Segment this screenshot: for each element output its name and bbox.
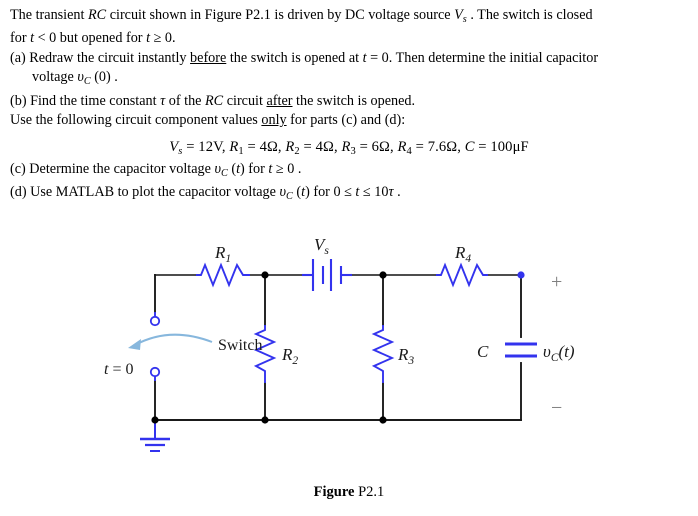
part-a-underlined: before: [190, 49, 227, 66]
figure-caption: Figure P2.1: [0, 484, 698, 501]
resistor-r4-label: R4: [454, 243, 471, 265]
part-d-text-4: ≤ 10: [359, 184, 389, 201]
value-r3: 6Ω: [371, 139, 390, 155]
resistor-r2-zigzag: [253, 325, 277, 383]
intro-line2: for t < 0 but opened for t ≥ 0.: [10, 29, 690, 49]
intro-text-3: . The switch is closed: [466, 7, 593, 23]
line2-text-2: < 0 but opened for: [34, 30, 147, 47]
part-c-text-4: ≥ 0 .: [272, 160, 302, 177]
node-top-r3: [379, 271, 387, 279]
part-c-text-3: ) for: [240, 160, 269, 177]
values-intro: Use the following circuit component valu…: [10, 111, 690, 131]
value-r2: 4Ω: [315, 139, 334, 155]
polarity-plus-sign: +: [551, 271, 562, 293]
resistor-r3-zigzag: [371, 325, 395, 383]
switch-arrow-curve: [134, 333, 213, 346]
part-a-vc-subscript: C: [83, 76, 91, 88]
voltage-source-vs: [302, 259, 352, 291]
resistor-r2: [253, 325, 277, 383]
values-intro-text-2: for parts (c) and (d):: [286, 112, 406, 129]
part-b-marker: (b): [10, 92, 27, 109]
resistor-r1: [196, 262, 250, 288]
part-d-marker: (d): [10, 184, 27, 201]
resistor-r3: [371, 325, 395, 383]
values-intro-text-1: Use the following circuit component valu…: [10, 112, 262, 129]
figure-caption-number: P2.1: [354, 484, 385, 500]
value-c: 100μF: [490, 139, 529, 155]
intro-text-2: circuit shown in Figure P2.1 is driven b…: [106, 7, 455, 23]
switch[interactable]: [149, 312, 161, 381]
switch-arrow-head: [128, 339, 141, 350]
part-d-vc-subscript: C: [286, 190, 293, 202]
resistor-r1-zigzag: [196, 262, 250, 288]
ground-icon: [140, 420, 170, 452]
switch-time-label: t = 0: [104, 361, 133, 378]
node-top-r2: [261, 271, 269, 279]
value-r4: 7.6Ω: [427, 139, 458, 155]
part-d: (d) Use MATLAB to plot the capacitor vol…: [10, 183, 690, 206]
part-a: (a) Redraw the circuit instantly before …: [10, 49, 690, 92]
node-bottom-r2: [261, 416, 269, 424]
switch-terminal-bottom: [149, 366, 161, 378]
value-r1: 4Ω: [259, 139, 278, 155]
part-b-text-3: circuit: [223, 92, 267, 109]
line2-text-3: ≥ 0.: [150, 30, 176, 47]
intro-rc: RC: [88, 7, 107, 23]
part-c-marker: (c): [10, 160, 26, 177]
resistor-r1-label: R1: [214, 243, 231, 265]
switch-terminal-top: [149, 315, 161, 327]
capacitor-voltage-label: υC(t): [543, 342, 575, 364]
circuit-wires-vertical: [154, 274, 522, 421]
polarity-minus-sign: −: [551, 397, 562, 419]
voltage-source-label: Vs: [314, 235, 329, 257]
part-a-text-3: = 0. Then determine the initial capacito…: [366, 49, 599, 66]
part-d-text-1: Use MATLAB to plot the capacitor voltage: [26, 184, 280, 201]
part-b-text-2: of the: [165, 92, 206, 109]
part-d-text-2: (: [292, 184, 302, 201]
node-top-capacitor: [517, 271, 525, 279]
intro-paragraph: The transient RC circuit shown in Figure…: [10, 6, 690, 29]
part-d-text-5: .: [393, 184, 401, 201]
node-bottom-left: [151, 416, 159, 424]
part-c: (c) Determine the capacitor voltage υC (…: [10, 160, 690, 183]
switch-arrow-icon: [128, 333, 213, 350]
line2-text-1: for: [10, 30, 31, 47]
values-intro-underlined: only: [261, 112, 287, 129]
resistor-r2-label: R2: [281, 345, 298, 367]
part-c-vc-subscript: C: [220, 167, 228, 179]
part-a-line2-text-1: voltage: [32, 69, 78, 86]
part-b-underlined: after: [266, 92, 293, 109]
part-a-text-1: Redraw the circuit instantly: [25, 49, 191, 66]
resistor-r4-zigzag: [436, 262, 488, 288]
part-b-text-1: Find the time constant: [26, 92, 161, 109]
part-c-text-1: Determine the capacitor voltage: [25, 160, 215, 177]
part-d-text-3: ) for 0 ≤: [305, 184, 356, 201]
intro-text-1: The transient: [10, 7, 89, 23]
figure-caption-bold: Figure: [313, 484, 355, 500]
capacitor-label: C: [477, 342, 489, 361]
value-vs: 12V: [198, 139, 222, 155]
circuit-nodes: [151, 271, 525, 424]
node-bottom-r3: [379, 416, 387, 424]
value-c-symbol: C: [464, 139, 475, 155]
switch-label: Switch: [218, 337, 262, 354]
value-vs-symbol: V: [169, 139, 179, 155]
part-a-line2-text-2: (0) .: [90, 69, 118, 86]
component-values-line: Vs = 12V, R1 = 4Ω, R2 = 4Ω, R3 = 6Ω, R4 …: [169, 139, 529, 157]
resistor-r3-label: R3: [397, 345, 414, 367]
value-r4-symbol: R: [397, 139, 407, 155]
part-c-text-2: (: [227, 160, 237, 177]
capacitor-c: [505, 342, 537, 358]
part-a-marker: (a): [10, 49, 26, 66]
intro-vs-symbol: V: [454, 7, 463, 23]
part-b-rc: RC: [205, 92, 224, 109]
problem-statement: The transient RC circuit shown in Figure…: [10, 6, 690, 206]
part-a-text-2: the switch is opened at: [226, 49, 363, 66]
part-b-text-4: the switch is opened.: [292, 92, 416, 109]
resistor-r4: [436, 262, 488, 288]
part-b: (b) Find the time constant τ of the RC c…: [10, 92, 690, 112]
